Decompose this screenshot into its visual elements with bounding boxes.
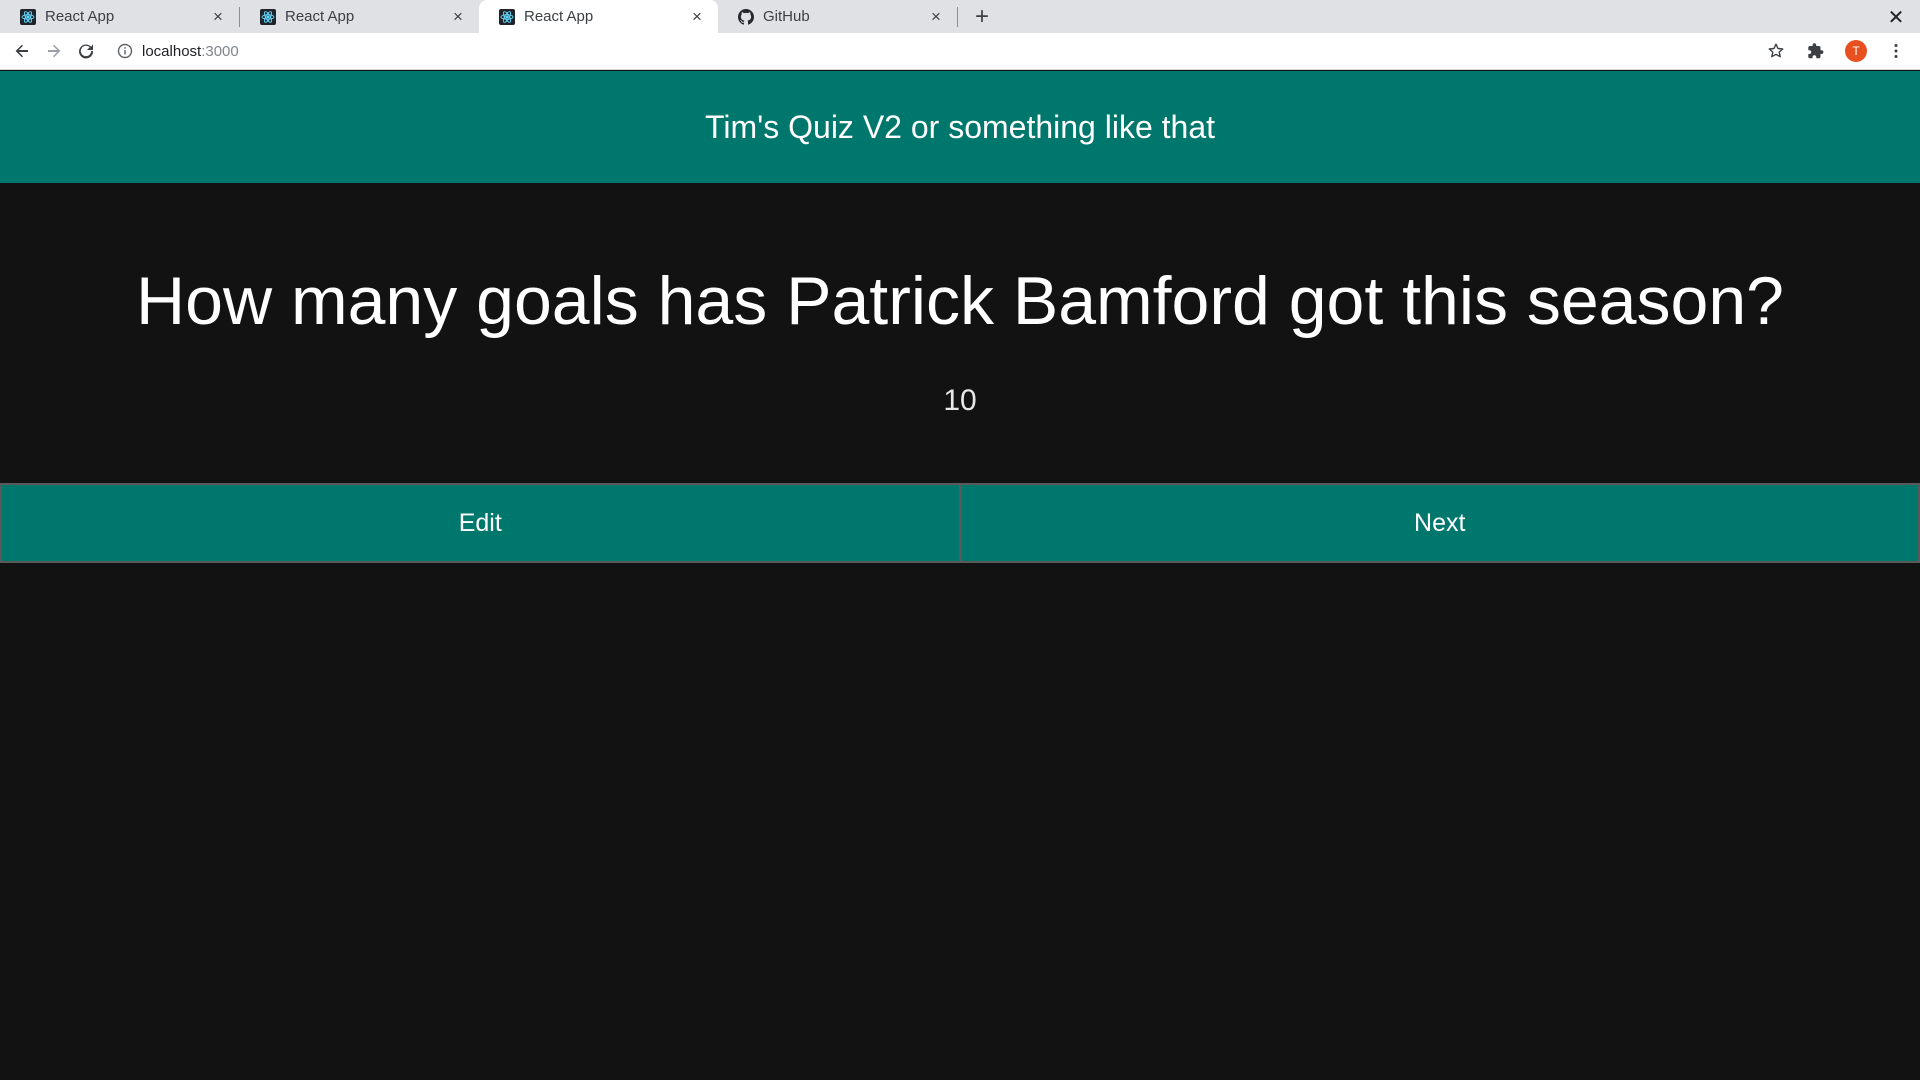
quiz-actions: Edit Next	[0, 483, 1920, 563]
app-header: Tim's Quiz V2 or something like that	[0, 71, 1920, 183]
back-arrow-icon[interactable]	[6, 35, 38, 67]
url-host: localhost	[142, 42, 202, 60]
avatar: T	[1845, 40, 1867, 62]
tab-title: React App	[285, 8, 355, 25]
new-tab-button[interactable]: +	[964, 0, 1000, 33]
url-port: :3000	[201, 42, 239, 60]
tab-close-icon[interactable]: ×	[927, 7, 945, 26]
browser-tab[interactable]: GitHub ×	[718, 0, 957, 33]
window-close-icon[interactable]: ✕	[1882, 3, 1910, 31]
page-content: Tim's Quiz V2 or something like that How…	[0, 71, 1920, 1080]
bookmark-star-icon[interactable]	[1760, 35, 1792, 67]
tab-close-icon[interactable]: ×	[209, 7, 227, 26]
extensions-puzzle-icon[interactable]	[1800, 35, 1832, 67]
tab-title: GitHub	[763, 8, 810, 25]
tab-title: React App	[524, 8, 594, 25]
browser-tab[interactable]: React App ×	[0, 0, 239, 33]
browser-tab[interactable]: React App ×	[240, 0, 479, 33]
app-title: Tim's Quiz V2 or something like that	[705, 108, 1215, 145]
toolbar-actions: T	[1752, 35, 1912, 67]
browser-tab-bar: React App × React App × React App × GitH…	[0, 0, 1920, 33]
github-icon	[738, 8, 754, 25]
forward-arrow-icon[interactable]	[38, 35, 70, 67]
kebab-menu-icon[interactable]	[1880, 35, 1912, 67]
profile-avatar[interactable]: T	[1840, 35, 1872, 67]
browser-tab-active[interactable]: React App ×	[479, 0, 718, 33]
tab-title: React App	[45, 8, 115, 25]
tab-close-icon[interactable]: ×	[449, 7, 467, 26]
tab-close-icon[interactable]: ×	[688, 7, 706, 26]
quiz-answer: 10	[943, 384, 977, 417]
react-icon	[20, 8, 36, 25]
react-icon	[260, 8, 276, 25]
address-bar[interactable]: localhost:3000	[110, 36, 1752, 66]
browser-toolbar: localhost:3000 T	[0, 33, 1920, 70]
reload-icon[interactable]	[70, 35, 102, 67]
react-icon	[499, 8, 515, 25]
next-button[interactable]: Next	[960, 483, 1920, 563]
info-icon[interactable]	[116, 42, 134, 60]
edit-button[interactable]: Edit	[0, 483, 961, 563]
tab-separator	[957, 6, 958, 27]
quiz-question: How many goals has Patrick Bamford got t…	[136, 263, 1784, 339]
